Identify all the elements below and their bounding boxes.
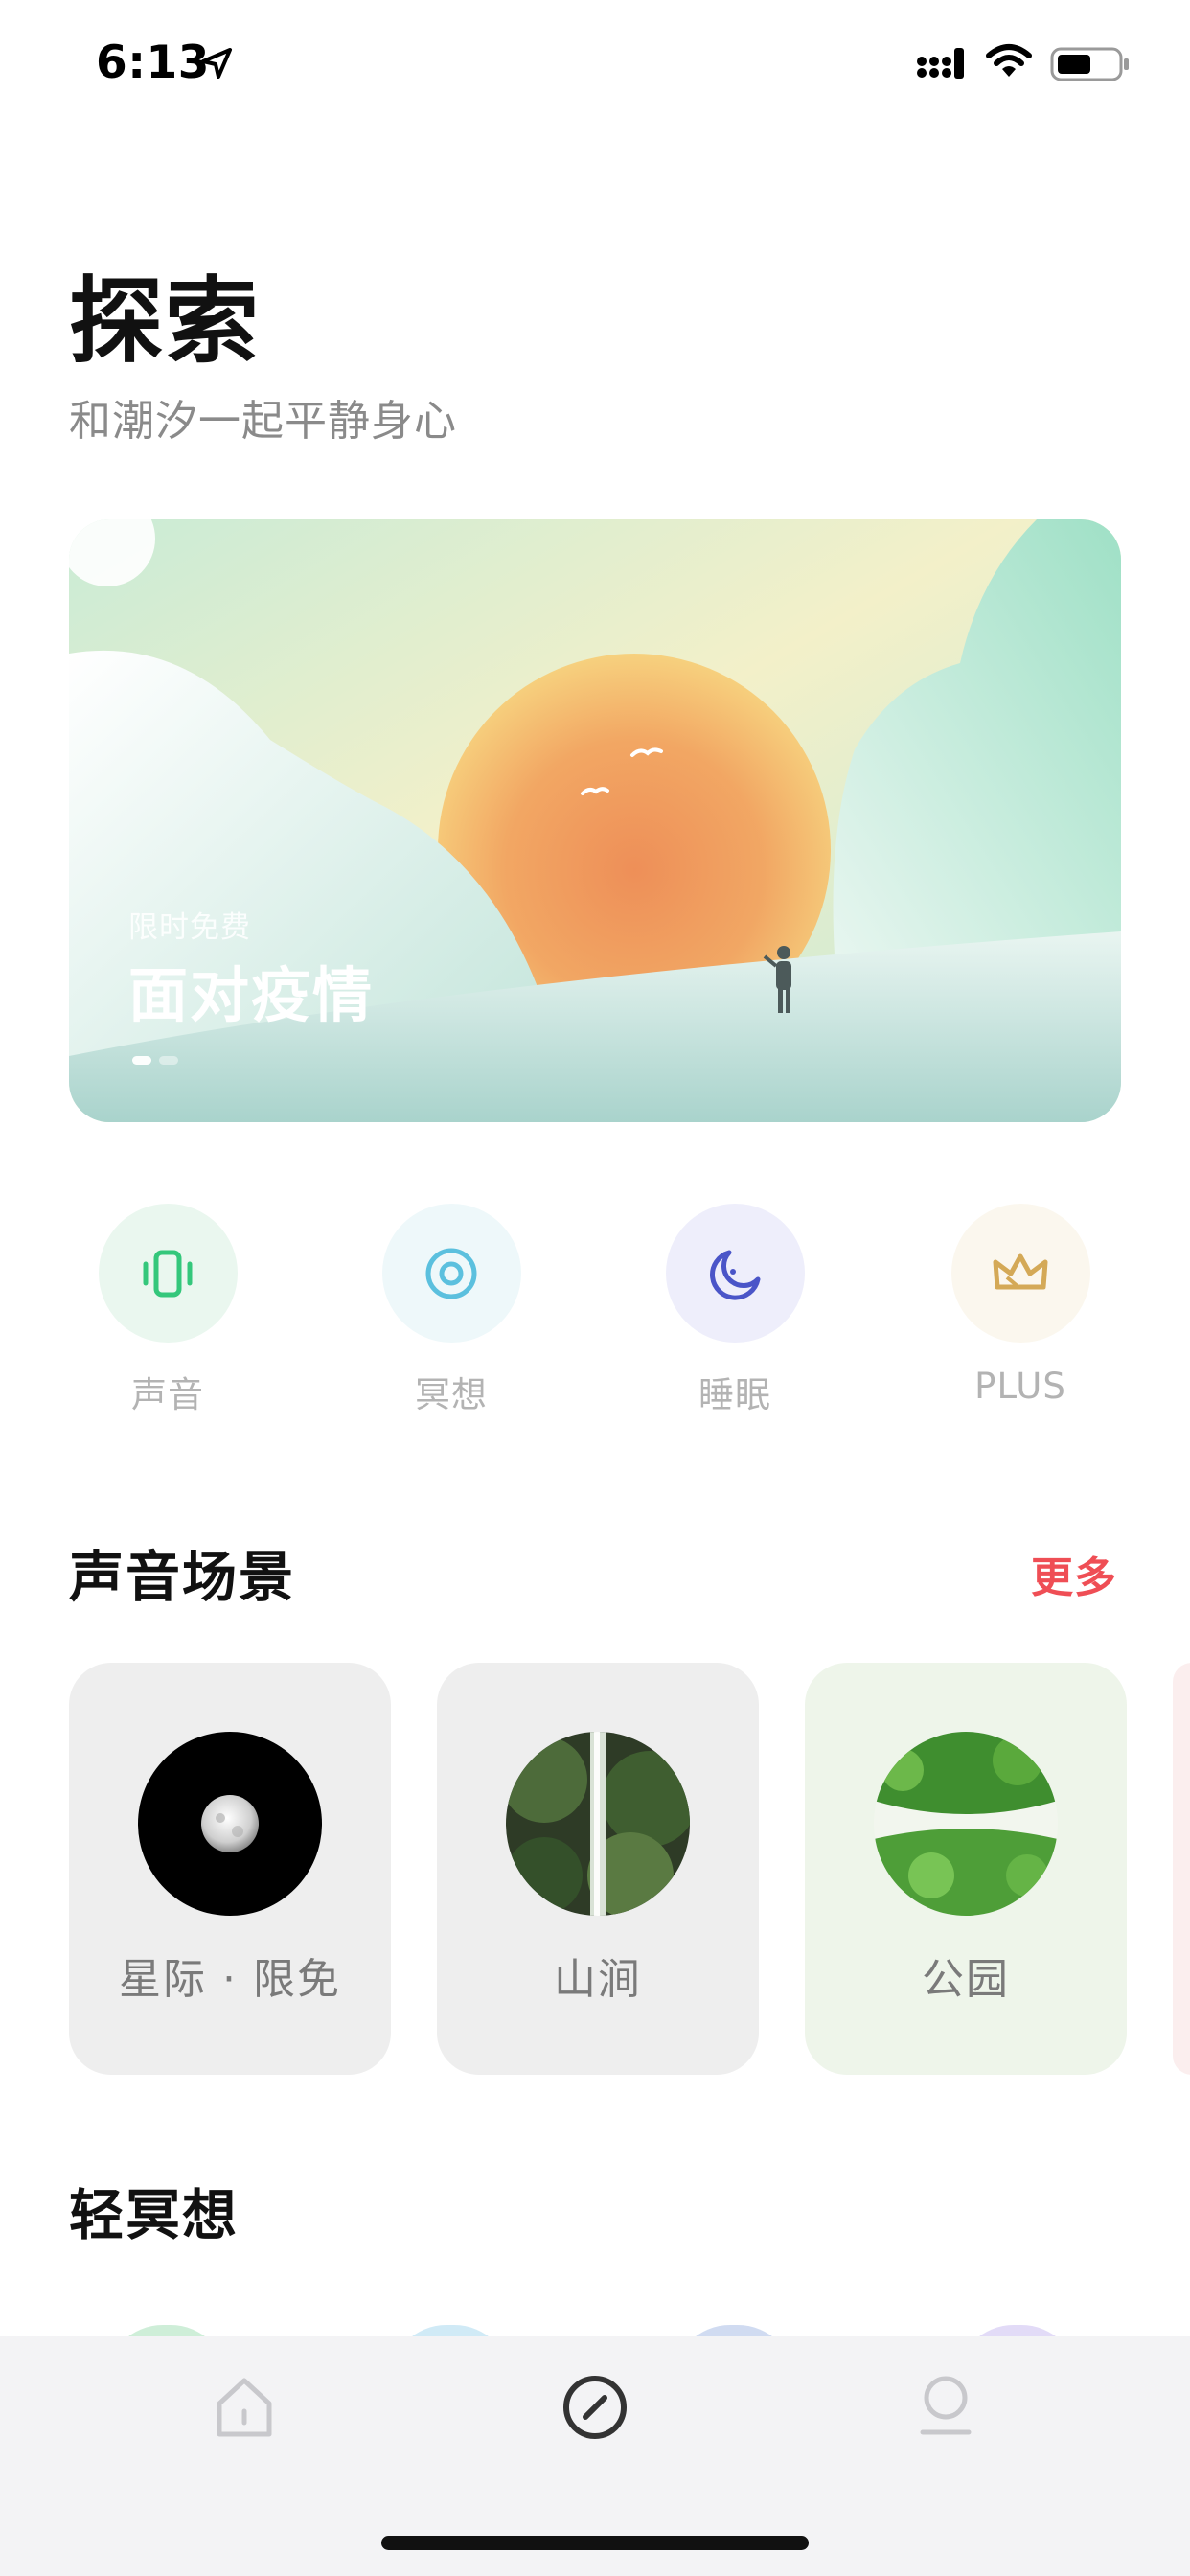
tab-explore[interactable] — [557, 2369, 633, 2446]
banner-title: 面对疫情 — [128, 960, 375, 1030]
signal-icon — [917, 48, 964, 79]
sound-scenes-title: 声音场景 — [69, 1546, 295, 1609]
category-label: 睡眠 — [698, 1374, 771, 1415]
category-label: 冥想 — [415, 1374, 488, 1415]
moon-image — [138, 1732, 322, 1916]
status-bar: 6:13 — [0, 0, 1190, 128]
category-plus-circle — [950, 1204, 1090, 1343]
tab-home[interactable] — [206, 2369, 283, 2446]
wifi-icon — [986, 44, 1032, 77]
scene-label: 山涧 — [554, 1955, 642, 2004]
scene-label: 公园 — [922, 1955, 1010, 2004]
category-sleep[interactable]: 睡眠 — [653, 1204, 816, 1417]
category-meditation-circle — [381, 1204, 521, 1343]
tab-profile[interactable] — [907, 2369, 984, 2446]
banner-dot-1[interactable] — [132, 1056, 151, 1065]
home-icon — [217, 2378, 272, 2437]
light-meditation-title: 轻冥想 — [69, 2184, 239, 2247]
location-arrow-icon — [201, 48, 232, 79]
banner-pagination[interactable] — [132, 1056, 178, 1065]
banner-tag: 限时免费 — [128, 910, 251, 945]
status-time: 6:13 — [96, 36, 210, 89]
leaves-image — [874, 1732, 1058, 1916]
scene-card-next-peek[interactable] — [1173, 1663, 1190, 2075]
scene-card-interstellar[interactable]: 星际 · 限免 — [69, 1663, 391, 2075]
category-label: PLUS — [974, 1366, 1066, 1407]
scene-card-park[interactable]: 公园 — [805, 1663, 1127, 2075]
crown-icon — [993, 1254, 1048, 1289]
category-row: 声音 冥想 睡眠 PLUS — [0, 1204, 1190, 1424]
category-plus[interactable]: PLUS — [939, 1204, 1102, 1407]
featured-banner[interactable]: 限时免费 面对疫情 — [69, 519, 1121, 1122]
more-link[interactable]: 更多 — [1031, 1543, 1117, 1604]
target-ring-icon — [425, 1248, 477, 1299]
category-sound-circle — [98, 1204, 238, 1343]
category-meditation[interactable]: 冥想 — [370, 1204, 533, 1417]
category-sleep-circle — [665, 1204, 805, 1343]
moon-icon — [710, 1250, 761, 1300]
explore-screen: 6:13 探索 和潮汐一起平静身心 限时免费 面对疫情 声音 冥想 睡眠 PLU… — [0, 0, 1190, 2576]
page-subtitle: 和潮汐一起平静身心 — [69, 397, 457, 446]
page-title: 探索 — [69, 267, 262, 377]
banner-dot-2[interactable] — [159, 1056, 178, 1065]
category-sound[interactable]: 声音 — [86, 1204, 249, 1417]
home-indicator — [381, 2536, 809, 2550]
vibrate-phone-icon — [143, 1250, 193, 1297]
waterfall-image — [506, 1732, 690, 1916]
scene-card-stream[interactable]: 山涧 — [437, 1663, 759, 2075]
category-label: 声音 — [131, 1374, 204, 1415]
compass-icon — [563, 2376, 627, 2439]
battery-icon — [1050, 47, 1129, 81]
profile-icon — [920, 2376, 972, 2435]
scene-label: 星际 · 限免 — [119, 1955, 341, 2004]
